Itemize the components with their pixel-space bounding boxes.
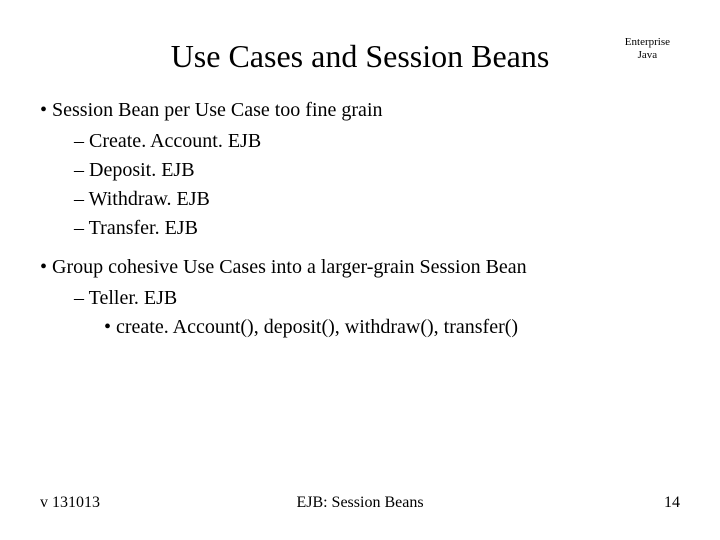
list-item: Create. Account. EJB: [74, 130, 680, 153]
list-item: Deposit. EJB: [74, 159, 680, 182]
page-number: 14: [664, 494, 680, 512]
slide-title: Use Cases and Session Beans: [171, 38, 550, 75]
footer: v 131013 EJB: Session Beans 14: [40, 494, 680, 512]
bullet-text: Deposit. EJB: [74, 159, 195, 181]
bullet-text: Transfer. EJB: [74, 217, 198, 239]
bullet-text: Session Bean per Use Case too fine grain: [40, 99, 680, 122]
corner-label: Enterprise Java: [625, 36, 670, 61]
list-item: Withdraw. EJB: [74, 188, 680, 211]
bullet-text: Group cohesive Use Cases into a larger-g…: [40, 256, 680, 279]
bullet-text: Withdraw. EJB: [74, 188, 210, 210]
footer-title: EJB: Session Beans: [296, 494, 423, 512]
slide-body: Session Bean per Use Case too fine grain…: [40, 99, 680, 339]
bullet-text: Teller. EJB: [74, 287, 177, 309]
bullet-text: Create. Account. EJB: [74, 130, 261, 152]
list-item: Group cohesive Use Cases into a larger-g…: [40, 256, 680, 339]
list-item: Transfer. EJB: [74, 217, 680, 240]
list-item: create. Account(), deposit(), withdraw()…: [104, 316, 680, 339]
footer-version: v 131013: [40, 494, 100, 512]
bullet-text: create. Account(), deposit(), withdraw()…: [104, 316, 518, 338]
list-item: Teller. EJB create. Account(), deposit()…: [74, 287, 680, 339]
list-item: Session Bean per Use Case too fine grain…: [40, 99, 680, 240]
